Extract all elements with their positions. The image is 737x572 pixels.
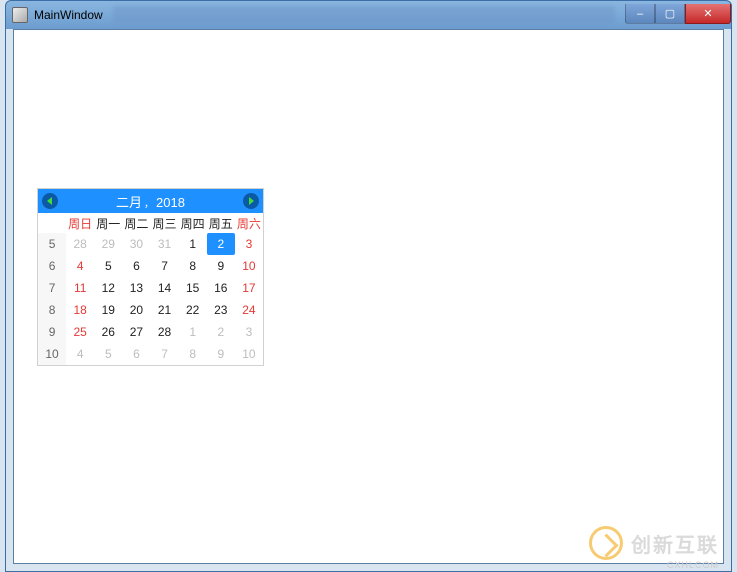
calendar-grid: 周日 周一 周二 周三 周四 周五 周六 5282930311236456789… (38, 213, 263, 365)
dow-tue: 周二 (122, 213, 150, 233)
calendar-day[interactable]: 29 (94, 233, 122, 255)
calendar-day[interactable]: 3 (235, 321, 263, 343)
calendar-day[interactable]: 28 (66, 233, 94, 255)
calendar-day[interactable]: 2 (207, 233, 235, 255)
calendar-day[interactable]: 28 (151, 321, 179, 343)
calendar-day[interactable]: 10 (235, 343, 263, 365)
week-column-header (38, 213, 66, 233)
calendar-day[interactable]: 6 (122, 255, 150, 277)
calendar-day[interactable]: 19 (94, 299, 122, 321)
calendar-dow-row: 周日 周一 周二 周三 周四 周五 周六 (38, 213, 263, 233)
minimize-button[interactable]: – (625, 4, 655, 24)
calendar-row: 818192021222324 (38, 299, 263, 321)
calendar-row: 528293031123 (38, 233, 263, 255)
calendar-day[interactable]: 5 (94, 343, 122, 365)
calendar-year: 2018 (156, 195, 185, 210)
calendar-day[interactable]: 24 (235, 299, 263, 321)
calendar-day[interactable]: 10 (235, 255, 263, 277)
calendar-day[interactable]: 17 (235, 277, 263, 299)
week-number: 6 (38, 255, 66, 277)
dow-wed: 周三 (151, 213, 179, 233)
prev-month-button[interactable] (42, 193, 58, 209)
calendar-row: 925262728123 (38, 321, 263, 343)
week-number: 8 (38, 299, 66, 321)
calendar-day[interactable]: 14 (151, 277, 179, 299)
calendar-day[interactable]: 23 (207, 299, 235, 321)
calendar-header: 二月，2018 (38, 189, 263, 213)
calendar-day[interactable]: 30 (122, 233, 150, 255)
calendar-day[interactable]: 26 (94, 321, 122, 343)
next-month-button[interactable] (243, 193, 259, 209)
calendar-day[interactable]: 11 (66, 277, 94, 299)
client-area: 二月，2018 周日 周一 周二 周三 周四 周五 周六 52829303112 (13, 29, 724, 564)
week-number: 9 (38, 321, 66, 343)
spinner-icon: ， (144, 199, 154, 210)
calendar-day[interactable]: 13 (122, 277, 150, 299)
title-left: MainWindow (12, 7, 103, 23)
close-button[interactable]: ✕ (685, 4, 731, 24)
calendar-row: 711121314151617 (38, 277, 263, 299)
dow-sun: 周日 (66, 213, 94, 233)
calendar-day[interactable]: 4 (66, 255, 94, 277)
calendar-day[interactable]: 25 (66, 321, 94, 343)
calendar-day[interactable]: 4 (66, 343, 94, 365)
calendar-day[interactable]: 1 (179, 321, 207, 343)
week-number: 10 (38, 343, 66, 365)
calendar-day[interactable]: 6 (122, 343, 150, 365)
chevron-left-icon (46, 197, 54, 205)
calendar-day[interactable]: 7 (151, 343, 179, 365)
window-buttons: – ▢ ✕ (625, 6, 731, 24)
dow-fri: 周五 (207, 213, 235, 233)
calendar-title[interactable]: 二月，2018 (116, 192, 185, 211)
calendar-day[interactable]: 9 (207, 255, 235, 277)
week-number: 5 (38, 233, 66, 255)
calendar-day[interactable]: 3 (235, 233, 263, 255)
calendar-day[interactable]: 2 (207, 321, 235, 343)
watermark-sub: CXHLCOM (667, 560, 719, 570)
dow-sat: 周六 (235, 213, 263, 233)
calendar-day[interactable]: 18 (66, 299, 94, 321)
calendar-day[interactable]: 1 (179, 233, 207, 255)
calendar-day[interactable]: 15 (179, 277, 207, 299)
calendar-month: 二月 (116, 195, 142, 210)
calendar-day[interactable]: 31 (151, 233, 179, 255)
calendar-day[interactable]: 20 (122, 299, 150, 321)
calendar-day[interactable]: 27 (122, 321, 150, 343)
calendar-day[interactable]: 8 (179, 343, 207, 365)
calendar-day[interactable]: 8 (179, 255, 207, 277)
week-number: 7 (38, 277, 66, 299)
app-icon (12, 7, 28, 23)
calendar-row: 1045678910 (38, 343, 263, 365)
calendar-day[interactable]: 7 (151, 255, 179, 277)
calendar-widget: 二月，2018 周日 周一 周二 周三 周四 周五 周六 52829303112 (38, 189, 263, 365)
calendar-day[interactable]: 9 (207, 343, 235, 365)
calendar-day[interactable]: 22 (179, 299, 207, 321)
titlebar[interactable]: MainWindow – ▢ ✕ (6, 1, 731, 29)
dow-thu: 周四 (179, 213, 207, 233)
title-blur (113, 6, 615, 24)
main-window: MainWindow – ▢ ✕ 二月，2018 (5, 0, 732, 572)
dow-mon: 周一 (94, 213, 122, 233)
calendar-row: 645678910 (38, 255, 263, 277)
calendar-day[interactable]: 21 (151, 299, 179, 321)
window-title: MainWindow (34, 8, 103, 22)
calendar-day[interactable]: 12 (94, 277, 122, 299)
calendar-day[interactable]: 16 (207, 277, 235, 299)
maximize-button[interactable]: ▢ (655, 4, 685, 24)
chevron-right-icon (247, 197, 255, 205)
calendar-day[interactable]: 5 (94, 255, 122, 277)
